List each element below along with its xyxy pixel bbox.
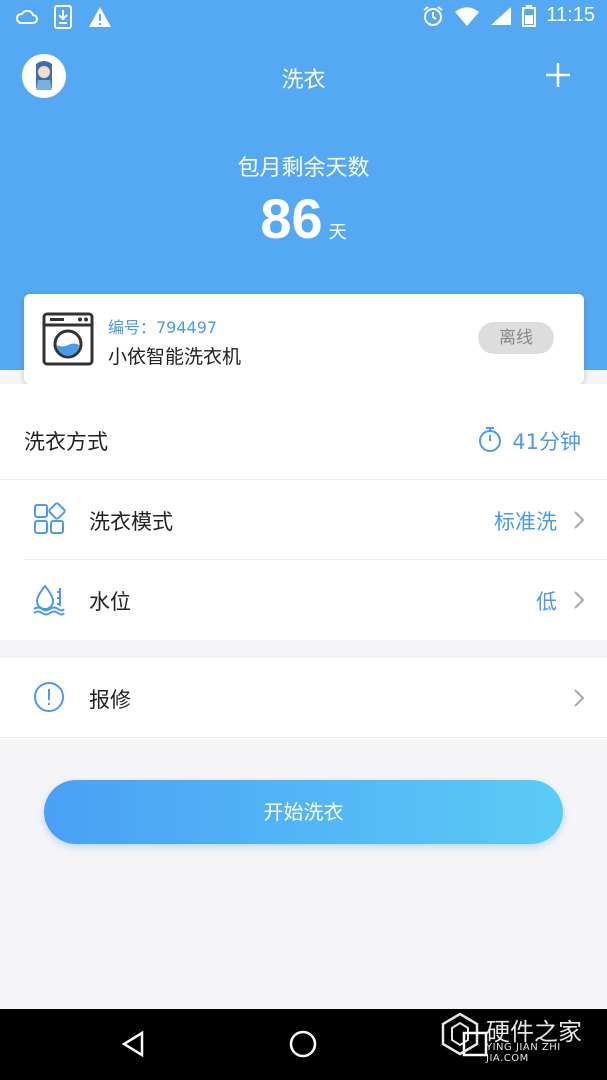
warning-icon	[89, 7, 111, 27]
water-level-label: 水位	[89, 590, 131, 614]
wash-settings: 洗衣方式 41分钟 洗衣模式 标准洗 水位 低	[0, 384, 607, 640]
wash-mode-label: 洗衣模式	[89, 510, 173, 534]
back-icon[interactable]	[118, 1029, 148, 1059]
device-name: 小依智能洗衣机	[108, 346, 242, 368]
grid-icon	[34, 502, 66, 534]
water-level-icon	[33, 584, 65, 616]
days-remaining-value: 86	[260, 187, 323, 250]
status-badge: 离线	[478, 322, 554, 354]
repair-section: 报修	[0, 658, 607, 739]
clock: 11:15	[546, 4, 595, 26]
wash-method-label: 洗衣方式	[24, 430, 108, 454]
wash-method-row: 洗衣方式 41分钟	[0, 400, 607, 480]
battery-icon	[522, 4, 537, 27]
wash-mode-value: 标准洗	[494, 510, 557, 534]
page-title: 洗衣	[281, 68, 326, 93]
device-card[interactable]: 编号：794497 小依智能洗衣机 离线	[24, 294, 584, 384]
watermark-logo-icon	[441, 1012, 479, 1056]
washing-machine-icon	[42, 312, 94, 366]
repair-row[interactable]: 报修	[0, 658, 607, 738]
timer-icon	[479, 427, 501, 452]
start-wash-button[interactable]: 开始洗衣	[44, 780, 563, 844]
water-level-value: 低	[536, 590, 557, 614]
add-icon[interactable]	[543, 60, 573, 90]
chevron-right-icon	[574, 591, 585, 609]
top-bar: 洗衣	[0, 50, 607, 106]
home-icon[interactable]	[288, 1029, 318, 1059]
alert-icon	[34, 682, 64, 712]
chevron-right-icon	[574, 689, 585, 707]
cloud-icon	[16, 9, 38, 24]
device-id: 编号：794497	[108, 318, 218, 337]
signal-icon	[491, 6, 512, 25]
watermark-subtitle: YING JIAN ZHI JIA.COM	[486, 1042, 561, 1064]
chevron-right-icon	[574, 511, 585, 529]
wash-duration: 41分钟	[512, 430, 581, 454]
days-unit: 天	[328, 222, 347, 243]
days-remaining: 86 天	[0, 186, 607, 251]
watermark: 硬件之家 YING JIAN ZHI JIA.COM	[440, 1010, 600, 1064]
repair-label: 报修	[89, 688, 131, 712]
days-remaining-label: 包月剩余天数	[237, 156, 370, 181]
status-bar: 11:15	[0, 0, 607, 36]
download-icon	[54, 5, 72, 29]
alarm-icon	[423, 5, 444, 26]
wifi-icon	[455, 6, 480, 26]
wash-mode-row[interactable]: 洗衣模式 标准洗	[24, 480, 607, 560]
water-level-row[interactable]: 水位 低	[24, 560, 607, 640]
